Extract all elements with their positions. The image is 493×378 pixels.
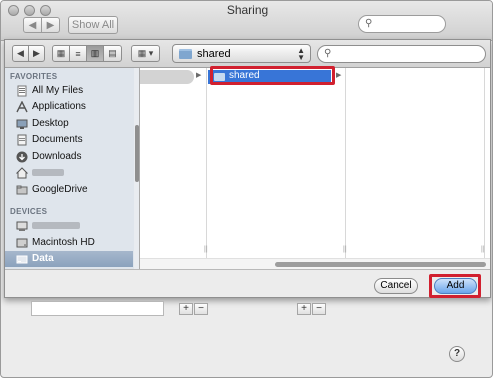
sidebar-item-label: Macintosh HD xyxy=(32,237,95,248)
sidebar-item-all-my-files[interactable]: All My Files xyxy=(5,83,133,99)
sidebar-item-data[interactable]: Data xyxy=(5,251,133,267)
icon-view-icon: ▦ xyxy=(56,48,66,58)
forward-arrow-icon: ▶ xyxy=(46,19,55,31)
preferences-search-field[interactable]: ⚲ xyxy=(358,15,446,33)
external-disk-icon xyxy=(16,255,28,264)
sidebar-item-label: Downloads xyxy=(32,151,82,162)
remove-user-button[interactable]: − xyxy=(312,303,326,315)
sheet-toolbar: ◀ ▶ ▦ ≡ ▥ ▤ ▦ ▾ shared ▲ ▼ ⚲ xyxy=(5,40,490,68)
sidebar-item-downloads[interactable]: Downloads xyxy=(5,149,133,165)
all-files-icon xyxy=(17,85,27,97)
icon-view-button[interactable]: ▦ xyxy=(52,45,70,62)
nav-forward-button[interactable]: ▶ xyxy=(28,45,45,62)
nav-back-button[interactable]: ◀ xyxy=(12,45,29,62)
help-button[interactable]: ? xyxy=(449,346,465,362)
folder-icon xyxy=(179,49,192,59)
sidebar-item-macintosh-hd[interactable]: Macintosh HD xyxy=(5,235,133,251)
column-resize-handle[interactable]: || xyxy=(481,246,485,253)
browser-horizontal-scrollbar[interactable] xyxy=(140,258,490,269)
column-resize-handle[interactable]: || xyxy=(343,246,347,253)
annotation-highlight-shared xyxy=(210,66,335,85)
column-resize-handle[interactable]: || xyxy=(204,246,208,253)
folder-icon xyxy=(16,185,28,195)
sidebar-item-documents[interactable]: Documents xyxy=(5,132,133,148)
sidebar-item-googledrive[interactable]: GoogleDrive xyxy=(5,182,133,198)
sidebar-item-applications[interactable]: Applications xyxy=(5,99,133,115)
location-label: shared xyxy=(197,48,231,60)
title-bar: Sharing ◀ ▶ Show All ⚲ xyxy=(1,1,492,41)
back-button[interactable]: ◀ xyxy=(23,17,42,33)
shared-folders-list[interactable] xyxy=(31,301,164,316)
sidebar-item-label: Desktop xyxy=(32,118,69,129)
remove-shared-folder-button[interactable]: − xyxy=(194,303,208,315)
disclosure-arrow-icon: ▶ xyxy=(196,72,202,79)
sidebar-item-desktop[interactable]: Desktop xyxy=(5,116,133,132)
disclosure-arrow-icon: ▶ xyxy=(336,72,342,79)
computer-icon xyxy=(16,221,28,231)
cover-flow-view-button[interactable]: ▤ xyxy=(103,45,122,62)
documents-icon xyxy=(17,134,27,146)
sidebar-item-label: Documents xyxy=(32,134,83,145)
column-view-icon: ▥ xyxy=(90,48,100,58)
applications-icon xyxy=(16,101,28,113)
list-view-button[interactable]: ≡ xyxy=(69,45,87,62)
sidebar-item-label: All My Files xyxy=(32,85,84,96)
add-user-button[interactable]: + xyxy=(297,303,311,315)
favorites-header: FAVORITES xyxy=(10,72,58,81)
forward-button[interactable]: ▶ xyxy=(41,17,60,33)
column-browser: ▶ || shared ▶ || || xyxy=(140,66,490,269)
forward-arrow-icon: ▶ xyxy=(33,48,40,58)
cancel-button[interactable]: Cancel xyxy=(374,278,418,294)
sidebar-item-computer[interactable] xyxy=(5,218,133,234)
column-view-button[interactable]: ▥ xyxy=(86,45,104,62)
sidebar-item-label: Data xyxy=(32,253,54,264)
devices-header: DEVICES xyxy=(10,207,48,216)
downloads-icon xyxy=(16,151,28,163)
annotation-highlight-add xyxy=(429,274,481,298)
desktop-icon xyxy=(16,119,28,129)
sharing-preferences-window: Sharing ◀ ▶ Show All ⚲ ◀ ▶ ▦ ≡ ▥ ▤ ▦ ▾ s… xyxy=(0,0,493,378)
sidebar-item-label xyxy=(32,167,64,178)
sheet-button-bar: Cancel Add xyxy=(5,269,490,298)
sidebar: FAVORITES All My Files Applications Desk… xyxy=(5,68,140,269)
hard-disk-icon xyxy=(16,238,28,248)
browser-scroll-thumb[interactable] xyxy=(275,262,486,267)
redacted-computer-name xyxy=(32,221,80,229)
arrange-icon: ▦ ▾ xyxy=(137,48,154,58)
column-divider xyxy=(206,68,207,258)
add-shared-folder-button[interactable]: + xyxy=(179,303,193,315)
open-folder-sheet: ◀ ▶ ▦ ≡ ▥ ▤ ▦ ▾ shared ▲ ▼ ⚲ FAVORITES Al… xyxy=(4,39,491,298)
show-all-button[interactable]: Show All xyxy=(68,16,118,34)
redacted-username xyxy=(32,168,64,176)
location-popup[interactable]: shared ▲ ▼ xyxy=(172,44,311,63)
list-view-icon: ≡ xyxy=(75,48,81,59)
search-icon: ⚲ xyxy=(324,48,332,59)
sidebar-item-home[interactable] xyxy=(5,165,133,181)
search-icon: ⚲ xyxy=(365,18,373,29)
arrange-menu-button[interactable]: ▦ ▾ xyxy=(131,45,160,62)
back-arrow-icon: ◀ xyxy=(28,19,37,31)
column-divider xyxy=(345,68,346,258)
back-arrow-icon: ◀ xyxy=(17,48,24,58)
cover-flow-icon: ▤ xyxy=(108,48,117,58)
column1-selected-item[interactable] xyxy=(140,70,194,84)
sidebar-item-label: Applications xyxy=(32,101,86,112)
popup-arrows-icon: ▲ ▼ xyxy=(297,46,305,62)
sidebar-item-label xyxy=(32,220,80,231)
sheet-search-field[interactable]: ⚲ xyxy=(317,45,486,63)
sidebar-item-label: GoogleDrive xyxy=(32,184,88,195)
home-icon xyxy=(16,167,28,179)
column-divider xyxy=(484,68,485,258)
sidebar-scroll-thumb[interactable] xyxy=(135,125,139,182)
